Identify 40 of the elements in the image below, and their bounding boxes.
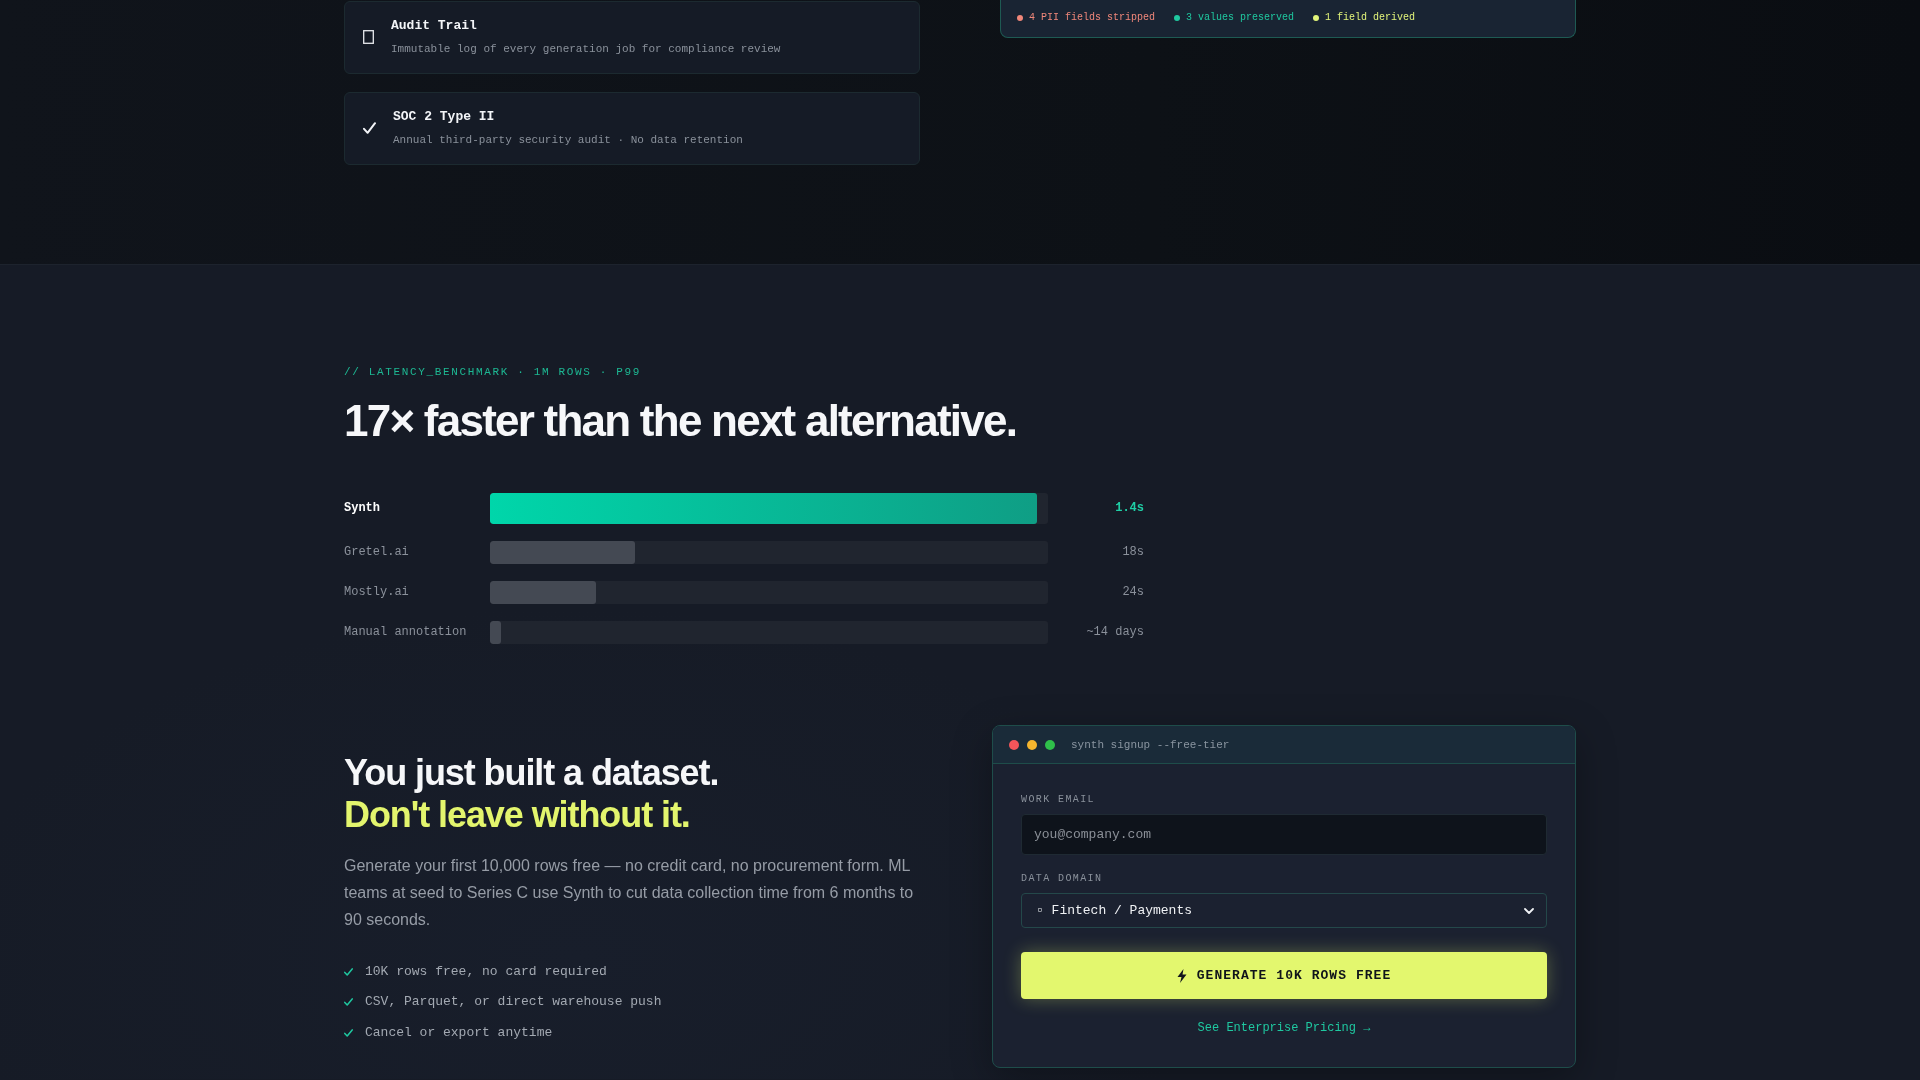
chevron-down-icon	[1524, 907, 1534, 914]
card-description: Immutable log of every generation job for compliance review	[391, 42, 781, 56]
bar-label: Synth	[344, 501, 380, 516]
cta-description: Generate your first 10,000 rows free — no credit card, no procurement form. ML teams at seed to Series C use Synth to cut data collection time from 6 months to 90 seconds.	[344, 855, 915, 930]
cta-heading: You just built a dataset.	[344, 751, 719, 794]
card-title: Audit Trail	[391, 18, 477, 34]
card-description: Annual third-party security audit · No data retention	[393, 133, 743, 147]
check-icon	[344, 967, 353, 976]
check-icon	[344, 998, 353, 1006]
check-icon	[363, 122, 376, 134]
lightning-icon	[1176, 968, 1187, 983]
window-dot-icon	[1027, 739, 1037, 750]
rectangle-icon	[363, 30, 374, 44]
window-dot-icon	[1045, 739, 1055, 750]
bar-label: Gretel.ai	[344, 545, 409, 560]
generate-button[interactable]: GENERATE 10K ROWS FREE	[1021, 952, 1547, 999]
email-input-field[interactable]: you@company.com	[1021, 814, 1547, 855]
field-label: WORK EMAIL	[1021, 794, 1095, 806]
bar-label: Manual annotation	[344, 625, 467, 640]
summary-label: 3 values preserved	[1186, 11, 1295, 24]
perk-text: CSV, Parquet, or direct warehouse push	[365, 993, 662, 1011]
section-heading: 17× faster than the next alternative.	[344, 396, 1017, 446]
bar-value: 24s	[1122, 585, 1144, 600]
window-dot-icon	[1009, 739, 1019, 750]
window-title: synth signup --free-tier	[1071, 737, 1230, 752]
enterprise-pricing-link[interactable]: See Enterprise Pricing →	[1197, 1021, 1371, 1036]
field-label: DATA DOMAIN	[1021, 873, 1103, 885]
perk-text: 10K rows free, no card required	[365, 962, 607, 981]
card-title: SOC 2 Type II	[393, 109, 495, 125]
bar-value: 18s	[1122, 545, 1144, 560]
summary-label: 4 PII fields stripped	[1029, 11, 1156, 24]
bar-value: ~14 days	[1086, 625, 1144, 640]
section-eyebrow: // LATENCY_BENCHMARK · 1M ROWS · P99	[344, 365, 642, 379]
perk-text: Cancel or export anytime	[365, 1023, 553, 1042]
domain-select[interactable]: ▫ Fintech / Payments	[1021, 893, 1547, 928]
cta-tagline: Don't leave without it.	[344, 793, 690, 836]
check-icon	[344, 1028, 353, 1037]
summary-label: 1 field derived	[1325, 11, 1416, 24]
bar-value: 1.4s	[1115, 501, 1144, 516]
bar-label: Mostly.ai	[344, 585, 409, 600]
